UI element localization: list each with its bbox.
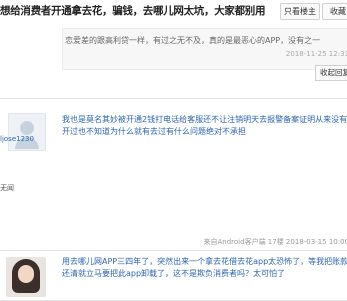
- post-item: 用去哪儿网APP三四年了，突然出来一个拿去花借去花app太恐怖了，等我把账款还清…: [0, 251, 347, 301]
- post-meta: 来自Android客户端 17楼 2018-03-15 10:00: [204, 237, 347, 247]
- user-rank-tag: 无闻: [0, 183, 14, 193]
- favorite-button[interactable]: 收藏: [322, 3, 347, 20]
- post-item: ljose1230 无闻 我也是莫名其妙被开通2钱打电话给客服还不让注销明天去报…: [0, 99, 347, 251]
- thread-title: 想给消费者开通拿去花，骗钱，去哪儿网太坑，大家都别用: [0, 3, 265, 18]
- avatar-face-shape: [18, 265, 34, 283]
- avatar-head-icon: [20, 121, 34, 135]
- collapse-reply-button[interactable]: 收起回复: [315, 65, 347, 81]
- post-content: 我也是莫名其妙被开通2钱打电话给客服还不让注销明天去报警备案证明从来没有开过也不…: [62, 114, 347, 138]
- quote-time: 2018-11-25 12:33: [286, 50, 347, 58]
- reply-quote: 恋爱差的跟高利贷一样，有过之无不及，真的是最恶心的APP，没有之一 2018-1…: [62, 28, 347, 70]
- username[interactable]: ljose1230: [0, 135, 34, 143]
- quote-text: 恋爱差的跟高利贷一样，有过之无不及，真的是最恶心的APP，没有之一: [65, 36, 347, 46]
- avatar[interactable]: [8, 113, 46, 151]
- thread-header: 想给消费者开通拿去花，骗钱，去哪儿网太坑，大家都别用 只看楼主 收藏: [0, 0, 347, 23]
- only-op-button[interactable]: 只看楼主: [280, 3, 320, 20]
- post-content: 用去哪儿网APP三四年了，突然出来一个拿去花借去花app太恐怖了，等我把账款还清…: [62, 256, 347, 280]
- avatar[interactable]: [6, 257, 46, 297]
- post-item: 恋爱差的跟高利贷一样，有过之无不及，真的是最恶心的APP，没有之一 2018-1…: [0, 22, 347, 99]
